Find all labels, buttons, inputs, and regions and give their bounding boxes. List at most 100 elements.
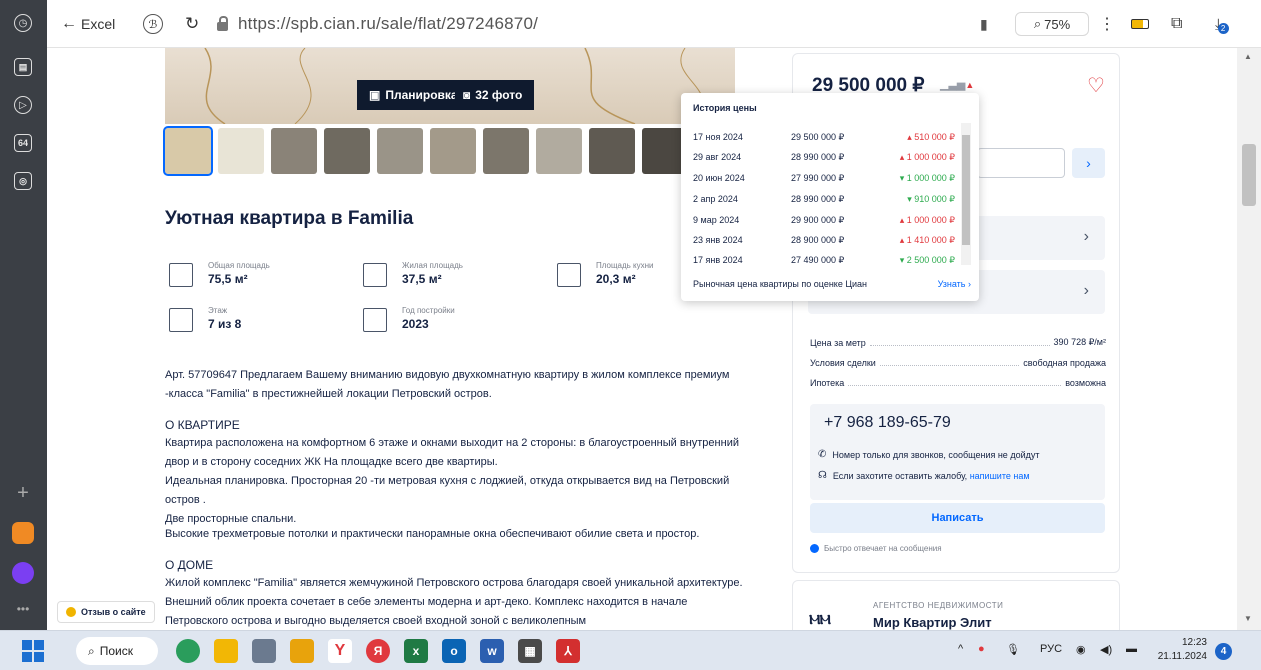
photos-button[interactable]: ◙ 32 фото [455,80,535,110]
calendar-icon [363,308,387,332]
battery-tray-icon[interactable]: ▬ [1126,643,1137,655]
back-button[interactable]: ← Excel [61,12,115,36]
clock-time: 12:23 [1181,637,1207,648]
outlook-app-icon[interactable]: o [442,639,466,663]
start-icon[interactable] [22,640,44,662]
phone-box: +7 968 189-65-79 ✆ Номер только для звон… [810,404,1105,500]
play-icon[interactable]: ▷ [14,96,32,114]
notification-badge[interactable]: 4 [1215,643,1232,660]
zoom-indicator[interactable]: ⌕ 75% [1015,12,1089,36]
page-scroll-thumb[interactable] [1242,144,1256,206]
price-history-row: 9 мар 2024 29 900 000 ₽ ▴ 1 000 000 ₽ [693,215,955,225]
page-scrollbar[interactable]: ▲ ▼ [1237,48,1261,630]
section-apartment-line2: Идеальная планировка. Просторная 20 -ти … [165,475,730,506]
detail-price-per-meter: Цена за метр 390 728 ₽/м² [810,337,1106,348]
fact-year: Год постройки 2023 [363,306,455,332]
scroll-down-icon[interactable]: ▼ [1244,614,1252,623]
scroll-up-icon[interactable]: ▲ [1244,52,1252,61]
floor-icon [169,308,193,332]
excel-app-icon[interactable]: x [404,639,428,663]
calculator-app-icon[interactable] [252,639,276,663]
thumbnail[interactable] [324,128,370,174]
search-icon: ⌕ [88,643,95,658]
complaint-link[interactable]: напишите нам [970,471,1030,481]
photos-label: 32 фото [475,88,523,102]
fact-floor: Этаж 7 из 8 [169,306,241,332]
thumbnail[interactable] [589,128,635,174]
yandex-browser-icon[interactable]: Y [328,639,352,663]
site-review-button[interactable]: Отзыв о сайте [57,601,155,623]
downloads-icon[interactable]: ⤓ 2 [1215,12,1229,36]
browser-sidebar: ◷ ▤ ▷ 64 ◎ + ••• [0,0,47,630]
history-icon[interactable]: ◷ [14,14,32,32]
tray-expand-icon[interactable]: ^ [958,643,963,655]
phone-note: ✆ Номер только для звонков, сообщения не… [818,449,1040,460]
menu-icon[interactable]: ⋮ [1099,12,1115,36]
winrar-app-icon[interactable]: ▦ [518,639,542,663]
popup-scroll-thumb[interactable] [962,135,970,245]
downloads-badge: 2 [1217,22,1229,34]
complaint-note: ☊ Если захотите оставить жалобу, напишит… [818,470,1030,481]
bookmark-icon[interactable]: ▮ [980,12,988,36]
language-indicator[interactable]: РУС [1040,643,1062,655]
clock[interactable]: 12:23 21.11.2024 [1157,636,1207,664]
photo-thumbnails [163,126,688,176]
chart-app-icon[interactable] [290,639,314,663]
alice-app-icon[interactable] [12,562,34,584]
plan-button[interactable]: ▣ Планировка [357,80,470,110]
add-app-icon[interactable]: + [10,480,36,506]
thumbnail[interactable] [536,128,582,174]
mortgage-go-button[interactable]: › [1072,148,1105,178]
collections-icon[interactable]: ▤ [14,58,32,76]
fact-kitchen-area: Площадь кухни 20,3 м² [557,261,654,287]
tray-app-icon[interactable]: ● [978,643,985,655]
phone-number[interactable]: +7 968 189-65-79 [824,414,951,432]
thumbnail[interactable] [271,128,317,174]
lock-icon [217,15,228,31]
agency-card[interactable]: ⲘⲘ АГЕНТСТВО НЕДВИЖИМОСТИ Мир Квартир Эл… [792,580,1120,630]
wifi-icon[interactable]: ◉ [1076,643,1086,656]
plan-label: Планировка [385,88,458,102]
section-apartment-title: О КВАРТИРЕ [165,418,240,432]
word-app-icon[interactable]: w [480,639,504,663]
yandex-app-icon[interactable]: Я [366,639,390,663]
pdf-app-icon[interactable]: ⅄ [556,639,580,663]
thumbnail[interactable] [430,128,476,174]
thumbnail[interactable] [163,126,213,176]
favorite-heart-icon[interactable]: ♡ [1087,73,1105,98]
write-button[interactable]: Написать [810,503,1105,533]
more-icon[interactable]: ••• [10,596,36,622]
headset-icon: ☊ [818,470,827,481]
address-bar[interactable]: https://spb.cian.ru/sale/flat/297246870/ [217,8,987,40]
back-arrow-icon: ← [61,15,77,32]
taskbar-search[interactable]: ⌕ Поиск [76,637,158,665]
screenshot-icon[interactable]: ◎ [14,172,32,190]
explorer-app-icon[interactable] [214,639,238,663]
thumbnail[interactable] [218,128,264,174]
protect-icon[interactable]: ℬ [143,14,163,34]
clock-icon [810,544,819,553]
popup-title: История цены [693,103,757,113]
agency-logo-icon: ⲘⲘ [809,611,831,627]
mail-app-icon[interactable] [12,522,34,544]
listing-title: Уютная квартира в Familia [165,208,414,229]
mortgage-input[interactable] [977,148,1065,178]
microphone-icon[interactable]: 🎙 [1006,643,1020,656]
extensions-icon[interactable]: ⧉ [1171,12,1182,36]
hero-photo[interactable]: ▣ Планировка ◙ 32 фото [165,48,735,124]
zoom-value: 75% [1044,16,1071,32]
section-apartment-line4: Высокие трехметровые потолки и практичес… [165,528,700,540]
popup-scrollbar[interactable] [961,123,971,265]
reload-icon[interactable]: ↻ [185,12,199,36]
volume-icon[interactable]: ◀) [1100,643,1112,656]
thumbnail[interactable] [483,128,529,174]
app-64-icon[interactable]: 64 [14,134,32,152]
thumbnail[interactable] [377,128,423,174]
widgets-app-icon[interactable] [176,639,200,663]
page-content: ▣ Планировка ◙ 32 фото Уютная квартира в… [47,48,1237,630]
browser-toolbar: ← Excel ℬ ↻ https://spb.cian.ru/sale/fla… [47,0,1261,48]
learn-more-link[interactable]: Узнать › [938,279,971,289]
smile-icon [66,607,76,617]
price-history-row: 29 авг 2024 28 990 000 ₽ ▴ 1 000 000 ₽ [693,152,955,162]
price-chart-icon[interactable]: ▁▃▅▲ [940,78,974,91]
